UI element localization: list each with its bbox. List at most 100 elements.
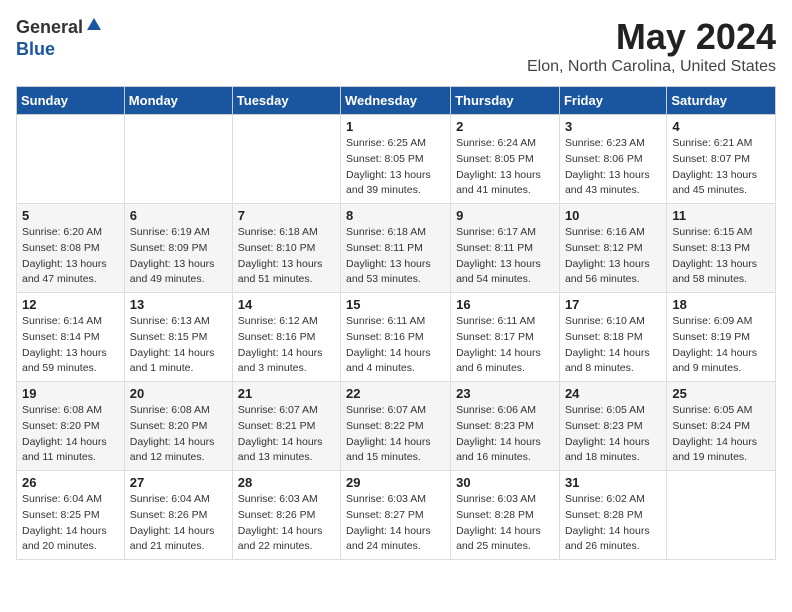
calendar-cell: 23 Sunrise: 6:06 AM Sunset: 8:23 PM Dayli… xyxy=(451,382,560,471)
month-title: May 2024 xyxy=(527,16,776,58)
calendar-cell: 15 Sunrise: 6:11 AM Sunset: 8:16 PM Dayli… xyxy=(341,293,451,382)
calendar-header-friday: Friday xyxy=(559,87,666,115)
day-number: 31 xyxy=(565,475,661,490)
day-info: Sunrise: 6:07 AM Sunset: 8:21 PM Dayligh… xyxy=(238,403,335,466)
calendar-cell: 17 Sunrise: 6:10 AM Sunset: 8:18 PM Dayli… xyxy=(559,293,666,382)
day-info: Sunrise: 6:19 AM Sunset: 8:09 PM Dayligh… xyxy=(130,225,227,288)
calendar-cell: 8 Sunrise: 6:18 AM Sunset: 8:11 PM Daylig… xyxy=(341,204,451,293)
day-info: Sunrise: 6:16 AM Sunset: 8:12 PM Dayligh… xyxy=(565,225,661,288)
day-number: 28 xyxy=(238,475,335,490)
day-info: Sunrise: 6:14 AM Sunset: 8:14 PM Dayligh… xyxy=(22,314,119,377)
day-info: Sunrise: 6:10 AM Sunset: 8:18 PM Dayligh… xyxy=(565,314,661,377)
day-number: 4 xyxy=(672,119,770,134)
day-number: 23 xyxy=(456,386,554,401)
day-info: Sunrise: 6:08 AM Sunset: 8:20 PM Dayligh… xyxy=(22,403,119,466)
calendar-cell: 11 Sunrise: 6:15 AM Sunset: 8:13 PM Dayli… xyxy=(667,204,776,293)
calendar-cell: 30 Sunrise: 6:03 AM Sunset: 8:28 PM Dayli… xyxy=(451,471,560,560)
day-number: 7 xyxy=(238,208,335,223)
calendar-header-saturday: Saturday xyxy=(667,87,776,115)
day-info: Sunrise: 6:04 AM Sunset: 8:25 PM Dayligh… xyxy=(22,492,119,555)
calendar-table: SundayMondayTuesdayWednesdayThursdayFrid… xyxy=(16,86,776,560)
calendar-cell: 4 Sunrise: 6:21 AM Sunset: 8:07 PM Daylig… xyxy=(667,115,776,204)
day-info: Sunrise: 6:03 AM Sunset: 8:26 PM Dayligh… xyxy=(238,492,335,555)
day-number: 3 xyxy=(565,119,661,134)
calendar-cell: 28 Sunrise: 6:03 AM Sunset: 8:26 PM Dayli… xyxy=(232,471,340,560)
calendar-cell: 19Sunrise: 6:08 AM Sunset: 8:20 PM Dayli… xyxy=(17,382,125,471)
day-info: Sunrise: 6:11 AM Sunset: 8:17 PM Dayligh… xyxy=(456,314,554,377)
calendar-week-row: 26Sunrise: 6:04 AM Sunset: 8:25 PM Dayli… xyxy=(17,471,776,560)
calendar-week-row: 12 Sunrise: 6:14 AM Sunset: 8:14 PM Dayli… xyxy=(17,293,776,382)
day-number: 11 xyxy=(672,208,770,223)
calendar-week-row: 19Sunrise: 6:08 AM Sunset: 8:20 PM Dayli… xyxy=(17,382,776,471)
logo: General Blue xyxy=(16,16,103,60)
day-number: 13 xyxy=(130,297,227,312)
calendar-cell: 27Sunrise: 6:04 AM Sunset: 8:26 PM Dayli… xyxy=(124,471,232,560)
day-number: 21 xyxy=(238,386,335,401)
day-number: 10 xyxy=(565,208,661,223)
day-info: Sunrise: 6:17 AM Sunset: 8:11 PM Dayligh… xyxy=(456,225,554,288)
day-number: 12 xyxy=(22,297,119,312)
day-number: 9 xyxy=(456,208,554,223)
calendar-cell: 9 Sunrise: 6:17 AM Sunset: 8:11 PM Daylig… xyxy=(451,204,560,293)
day-info: Sunrise: 6:08 AM Sunset: 8:20 PM Dayligh… xyxy=(130,403,227,466)
day-info: Sunrise: 6:12 AM Sunset: 8:16 PM Dayligh… xyxy=(238,314,335,377)
calendar-header-monday: Monday xyxy=(124,87,232,115)
day-info: Sunrise: 6:03 AM Sunset: 8:28 PM Dayligh… xyxy=(456,492,554,555)
day-info: Sunrise: 6:03 AM Sunset: 8:27 PM Dayligh… xyxy=(346,492,445,555)
day-number: 18 xyxy=(672,297,770,312)
logo-general: General xyxy=(16,17,83,38)
calendar-cell: 6 Sunrise: 6:19 AM Sunset: 8:09 PM Daylig… xyxy=(124,204,232,293)
day-number: 14 xyxy=(238,297,335,312)
calendar-cell xyxy=(17,115,125,204)
day-number: 25 xyxy=(672,386,770,401)
calendar-cell: 1 Sunrise: 6:25 AM Sunset: 8:05 PM Daylig… xyxy=(341,115,451,204)
calendar-cell: 14 Sunrise: 6:12 AM Sunset: 8:16 PM Dayli… xyxy=(232,293,340,382)
calendar-cell: 21 Sunrise: 6:07 AM Sunset: 8:21 PM Dayli… xyxy=(232,382,340,471)
calendar-cell xyxy=(124,115,232,204)
day-info: Sunrise: 6:04 AM Sunset: 8:26 PM Dayligh… xyxy=(130,492,227,555)
day-info: Sunrise: 6:06 AM Sunset: 8:23 PM Dayligh… xyxy=(456,403,554,466)
day-info: Sunrise: 6:11 AM Sunset: 8:16 PM Dayligh… xyxy=(346,314,445,377)
calendar-cell: 7 Sunrise: 6:18 AM Sunset: 8:10 PM Daylig… xyxy=(232,204,340,293)
calendar-cell: 2 Sunrise: 6:24 AM Sunset: 8:05 PM Daylig… xyxy=(451,115,560,204)
day-number: 1 xyxy=(346,119,445,134)
day-number: 6 xyxy=(130,208,227,223)
day-number: 17 xyxy=(565,297,661,312)
day-info: Sunrise: 6:05 AM Sunset: 8:23 PM Dayligh… xyxy=(565,403,661,466)
day-number: 8 xyxy=(346,208,445,223)
calendar-cell: 25 Sunrise: 6:05 AM Sunset: 8:24 PM Dayli… xyxy=(667,382,776,471)
calendar-cell: 3Sunrise: 6:23 AM Sunset: 8:06 PM Daylig… xyxy=(559,115,666,204)
day-info: Sunrise: 6:13 AM Sunset: 8:15 PM Dayligh… xyxy=(130,314,227,377)
day-info: Sunrise: 6:18 AM Sunset: 8:10 PM Dayligh… xyxy=(238,225,335,288)
day-number: 5 xyxy=(22,208,119,223)
calendar-cell: 12 Sunrise: 6:14 AM Sunset: 8:14 PM Dayli… xyxy=(17,293,125,382)
calendar-body: 1 Sunrise: 6:25 AM Sunset: 8:05 PM Daylig… xyxy=(17,115,776,560)
day-info: Sunrise: 6:21 AM Sunset: 8:07 PM Dayligh… xyxy=(672,136,770,199)
day-number: 30 xyxy=(456,475,554,490)
calendar-week-row: 5Sunrise: 6:20 AM Sunset: 8:08 PM Daylig… xyxy=(17,204,776,293)
calendar-cell: 5Sunrise: 6:20 AM Sunset: 8:08 PM Daylig… xyxy=(17,204,125,293)
calendar-cell: 26Sunrise: 6:04 AM Sunset: 8:25 PM Dayli… xyxy=(17,471,125,560)
logo-blue: Blue xyxy=(16,39,55,59)
calendar-cell xyxy=(667,471,776,560)
calendar-cell: 18Sunrise: 6:09 AM Sunset: 8:19 PM Dayli… xyxy=(667,293,776,382)
day-info: Sunrise: 6:15 AM Sunset: 8:13 PM Dayligh… xyxy=(672,225,770,288)
calendar-cell: 31 Sunrise: 6:02 AM Sunset: 8:28 PM Dayli… xyxy=(559,471,666,560)
calendar-header-tuesday: Tuesday xyxy=(232,87,340,115)
day-info: Sunrise: 6:02 AM Sunset: 8:28 PM Dayligh… xyxy=(565,492,661,555)
day-info: Sunrise: 6:24 AM Sunset: 8:05 PM Dayligh… xyxy=(456,136,554,199)
calendar-cell: 10 Sunrise: 6:16 AM Sunset: 8:12 PM Dayli… xyxy=(559,204,666,293)
calendar-cell: 29Sunrise: 6:03 AM Sunset: 8:27 PM Dayli… xyxy=(341,471,451,560)
day-number: 16 xyxy=(456,297,554,312)
calendar-header-row: SundayMondayTuesdayWednesdayThursdayFrid… xyxy=(17,87,776,115)
calendar-cell: 22Sunrise: 6:07 AM Sunset: 8:22 PM Dayli… xyxy=(341,382,451,471)
day-info: Sunrise: 6:25 AM Sunset: 8:05 PM Dayligh… xyxy=(346,136,445,199)
calendar-cell: 24Sunrise: 6:05 AM Sunset: 8:23 PM Dayli… xyxy=(559,382,666,471)
day-info: Sunrise: 6:07 AM Sunset: 8:22 PM Dayligh… xyxy=(346,403,445,466)
calendar-week-row: 1 Sunrise: 6:25 AM Sunset: 8:05 PM Daylig… xyxy=(17,115,776,204)
day-info: Sunrise: 6:05 AM Sunset: 8:24 PM Dayligh… xyxy=(672,403,770,466)
day-info: Sunrise: 6:18 AM Sunset: 8:11 PM Dayligh… xyxy=(346,225,445,288)
day-number: 15 xyxy=(346,297,445,312)
calendar-header-thursday: Thursday xyxy=(451,87,560,115)
day-number: 2 xyxy=(456,119,554,134)
